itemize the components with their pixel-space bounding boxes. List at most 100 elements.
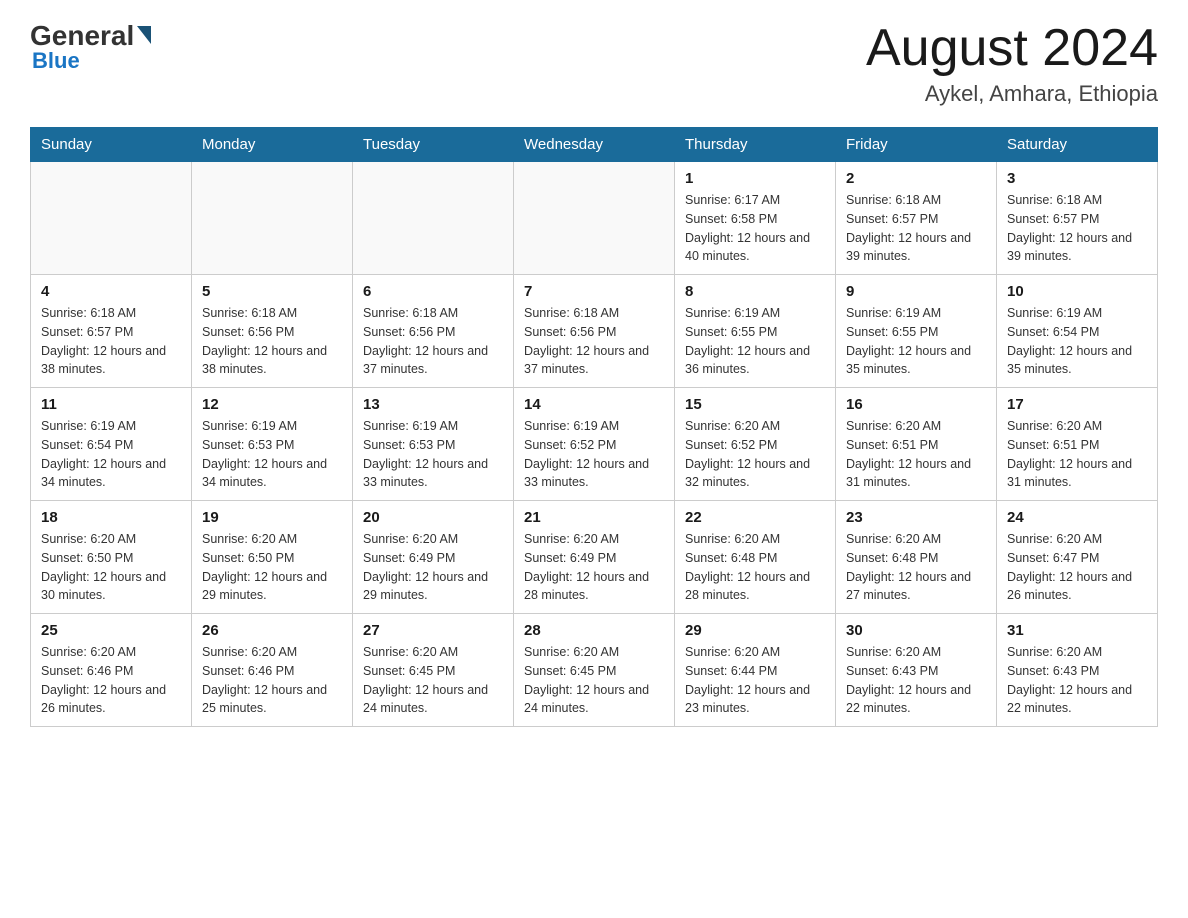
calendar-table: SundayMondayTuesdayWednesdayThursdayFrid… (30, 127, 1158, 727)
day-number: 19 (202, 509, 342, 526)
header-wednesday: Wednesday (514, 128, 675, 162)
day-number: 28 (524, 622, 664, 639)
day-cell: 14 Sunrise: 6:19 AMSunset: 6:52 PMDayligh… (514, 388, 675, 501)
day-number: 9 (846, 283, 986, 300)
day-cell: 29Sunrise: 6:20 AMSunset: 6:44 PMDayligh… (675, 614, 836, 727)
day-number: 18 (41, 509, 181, 526)
header-saturday: Saturday (997, 128, 1158, 162)
day-cell: 8 Sunrise: 6:19 AMSunset: 6:55 PMDaylight… (675, 275, 836, 388)
day-info: Sunrise: 6:20 AMSunset: 6:49 PMDaylight:… (363, 530, 503, 605)
day-cell: 25Sunrise: 6:20 AMSunset: 6:46 PMDayligh… (31, 614, 192, 727)
day-cell: 24Sunrise: 6:20 AMSunset: 6:47 PMDayligh… (997, 501, 1158, 614)
day-info: Sunrise: 6:19 AMSunset: 6:55 PMDaylight:… (685, 304, 825, 379)
logo-blue-text: Blue (32, 48, 80, 74)
day-cell: 4 Sunrise: 6:18 AMSunset: 6:57 PMDaylight… (31, 275, 192, 388)
location-title: Aykel, Amhara, Ethiopia (866, 81, 1158, 107)
day-number: 23 (846, 509, 986, 526)
week-row-2: 4 Sunrise: 6:18 AMSunset: 6:57 PMDaylight… (31, 275, 1158, 388)
day-info: Sunrise: 6:19 AMSunset: 6:53 PMDaylight:… (202, 417, 342, 492)
day-number: 21 (524, 509, 664, 526)
week-row-3: 11 Sunrise: 6:19 AMSunset: 6:54 PMDayligh… (31, 388, 1158, 501)
day-info: Sunrise: 6:18 AMSunset: 6:57 PMDaylight:… (1007, 191, 1147, 266)
day-cell: 17 Sunrise: 6:20 AMSunset: 6:51 PMDayligh… (997, 388, 1158, 501)
day-number: 1 (685, 170, 825, 187)
day-cell: 10 Sunrise: 6:19 AMSunset: 6:54 PMDayligh… (997, 275, 1158, 388)
day-info: Sunrise: 6:19 AMSunset: 6:53 PMDaylight:… (363, 417, 503, 492)
day-number: 11 (41, 396, 181, 413)
day-info: Sunrise: 6:18 AMSunset: 6:56 PMDaylight:… (202, 304, 342, 379)
day-number: 8 (685, 283, 825, 300)
day-number: 3 (1007, 170, 1147, 187)
day-info: Sunrise: 6:20 AMSunset: 6:51 PMDaylight:… (1007, 417, 1147, 492)
day-info: Sunrise: 6:20 AMSunset: 6:47 PMDaylight:… (1007, 530, 1147, 605)
logo-arrow-icon (137, 26, 151, 44)
day-cell: 18Sunrise: 6:20 AMSunset: 6:50 PMDayligh… (31, 501, 192, 614)
day-info: Sunrise: 6:19 AMSunset: 6:55 PMDaylight:… (846, 304, 986, 379)
day-info: Sunrise: 6:19 AMSunset: 6:54 PMDaylight:… (1007, 304, 1147, 379)
day-number: 14 (524, 396, 664, 413)
day-info: Sunrise: 6:20 AMSunset: 6:52 PMDaylight:… (685, 417, 825, 492)
day-number: 13 (363, 396, 503, 413)
title-block: August 2024 Aykel, Amhara, Ethiopia (866, 20, 1158, 107)
day-info: Sunrise: 6:20 AMSunset: 6:43 PMDaylight:… (1007, 643, 1147, 718)
day-number: 22 (685, 509, 825, 526)
day-cell: 30 Sunrise: 6:20 AMSunset: 6:43 PMDayligh… (836, 614, 997, 727)
day-info: Sunrise: 6:18 AMSunset: 6:56 PMDaylight:… (524, 304, 664, 379)
day-cell: 12Sunrise: 6:19 AMSunset: 6:53 PMDayligh… (192, 388, 353, 501)
day-number: 5 (202, 283, 342, 300)
day-cell (514, 162, 675, 275)
header-monday: Monday (192, 128, 353, 162)
day-number: 31 (1007, 622, 1147, 639)
logo: General Blue (30, 20, 151, 74)
day-cell: 23 Sunrise: 6:20 AMSunset: 6:48 PMDayligh… (836, 501, 997, 614)
day-cell: 11 Sunrise: 6:19 AMSunset: 6:54 PMDayligh… (31, 388, 192, 501)
day-info: Sunrise: 6:20 AMSunset: 6:51 PMDaylight:… (846, 417, 986, 492)
day-info: Sunrise: 6:20 AMSunset: 6:45 PMDaylight:… (363, 643, 503, 718)
day-info: Sunrise: 6:19 AMSunset: 6:52 PMDaylight:… (524, 417, 664, 492)
day-cell (31, 162, 192, 275)
day-cell (353, 162, 514, 275)
month-title: August 2024 (866, 20, 1158, 77)
day-number: 29 (685, 622, 825, 639)
day-cell: 2 Sunrise: 6:18 AMSunset: 6:57 PMDaylight… (836, 162, 997, 275)
day-cell: 20Sunrise: 6:20 AMSunset: 6:49 PMDayligh… (353, 501, 514, 614)
day-info: Sunrise: 6:20 AMSunset: 6:49 PMDaylight:… (524, 530, 664, 605)
header-tuesday: Tuesday (353, 128, 514, 162)
day-cell: 5 Sunrise: 6:18 AMSunset: 6:56 PMDaylight… (192, 275, 353, 388)
day-number: 15 (685, 396, 825, 413)
header-sunday: Sunday (31, 128, 192, 162)
day-cell: 26 Sunrise: 6:20 AMSunset: 6:46 PMDayligh… (192, 614, 353, 727)
day-cell: 1 Sunrise: 6:17 AMSunset: 6:58 PMDaylight… (675, 162, 836, 275)
day-info: Sunrise: 6:20 AMSunset: 6:46 PMDaylight:… (41, 643, 181, 718)
day-cell: 16 Sunrise: 6:20 AMSunset: 6:51 PMDayligh… (836, 388, 997, 501)
day-cell: 19Sunrise: 6:20 AMSunset: 6:50 PMDayligh… (192, 501, 353, 614)
day-cell: 31 Sunrise: 6:20 AMSunset: 6:43 PMDayligh… (997, 614, 1158, 727)
day-cell: 3 Sunrise: 6:18 AMSunset: 6:57 PMDaylight… (997, 162, 1158, 275)
day-cell: 6Sunrise: 6:18 AMSunset: 6:56 PMDaylight… (353, 275, 514, 388)
day-info: Sunrise: 6:18 AMSunset: 6:57 PMDaylight:… (41, 304, 181, 379)
day-info: Sunrise: 6:20 AMSunset: 6:48 PMDaylight:… (846, 530, 986, 605)
day-info: Sunrise: 6:17 AMSunset: 6:58 PMDaylight:… (685, 191, 825, 266)
day-number: 10 (1007, 283, 1147, 300)
page-header: General Blue August 2024 Aykel, Amhara, … (30, 20, 1158, 107)
day-number: 27 (363, 622, 503, 639)
day-number: 26 (202, 622, 342, 639)
day-number: 17 (1007, 396, 1147, 413)
week-row-1: 1 Sunrise: 6:17 AMSunset: 6:58 PMDaylight… (31, 162, 1158, 275)
day-number: 2 (846, 170, 986, 187)
calendar-header-row: SundayMondayTuesdayWednesdayThursdayFrid… (31, 128, 1158, 162)
day-info: Sunrise: 6:18 AMSunset: 6:57 PMDaylight:… (846, 191, 986, 266)
day-number: 4 (41, 283, 181, 300)
day-number: 16 (846, 396, 986, 413)
day-number: 30 (846, 622, 986, 639)
day-info: Sunrise: 6:20 AMSunset: 6:45 PMDaylight:… (524, 643, 664, 718)
day-info: Sunrise: 6:20 AMSunset: 6:46 PMDaylight:… (202, 643, 342, 718)
day-info: Sunrise: 6:19 AMSunset: 6:54 PMDaylight:… (41, 417, 181, 492)
day-number: 7 (524, 283, 664, 300)
week-row-5: 25Sunrise: 6:20 AMSunset: 6:46 PMDayligh… (31, 614, 1158, 727)
header-thursday: Thursday (675, 128, 836, 162)
day-cell: 28 Sunrise: 6:20 AMSunset: 6:45 PMDayligh… (514, 614, 675, 727)
day-info: Sunrise: 6:20 AMSunset: 6:48 PMDaylight:… (685, 530, 825, 605)
day-info: Sunrise: 6:20 AMSunset: 6:43 PMDaylight:… (846, 643, 986, 718)
day-cell: 27 Sunrise: 6:20 AMSunset: 6:45 PMDayligh… (353, 614, 514, 727)
